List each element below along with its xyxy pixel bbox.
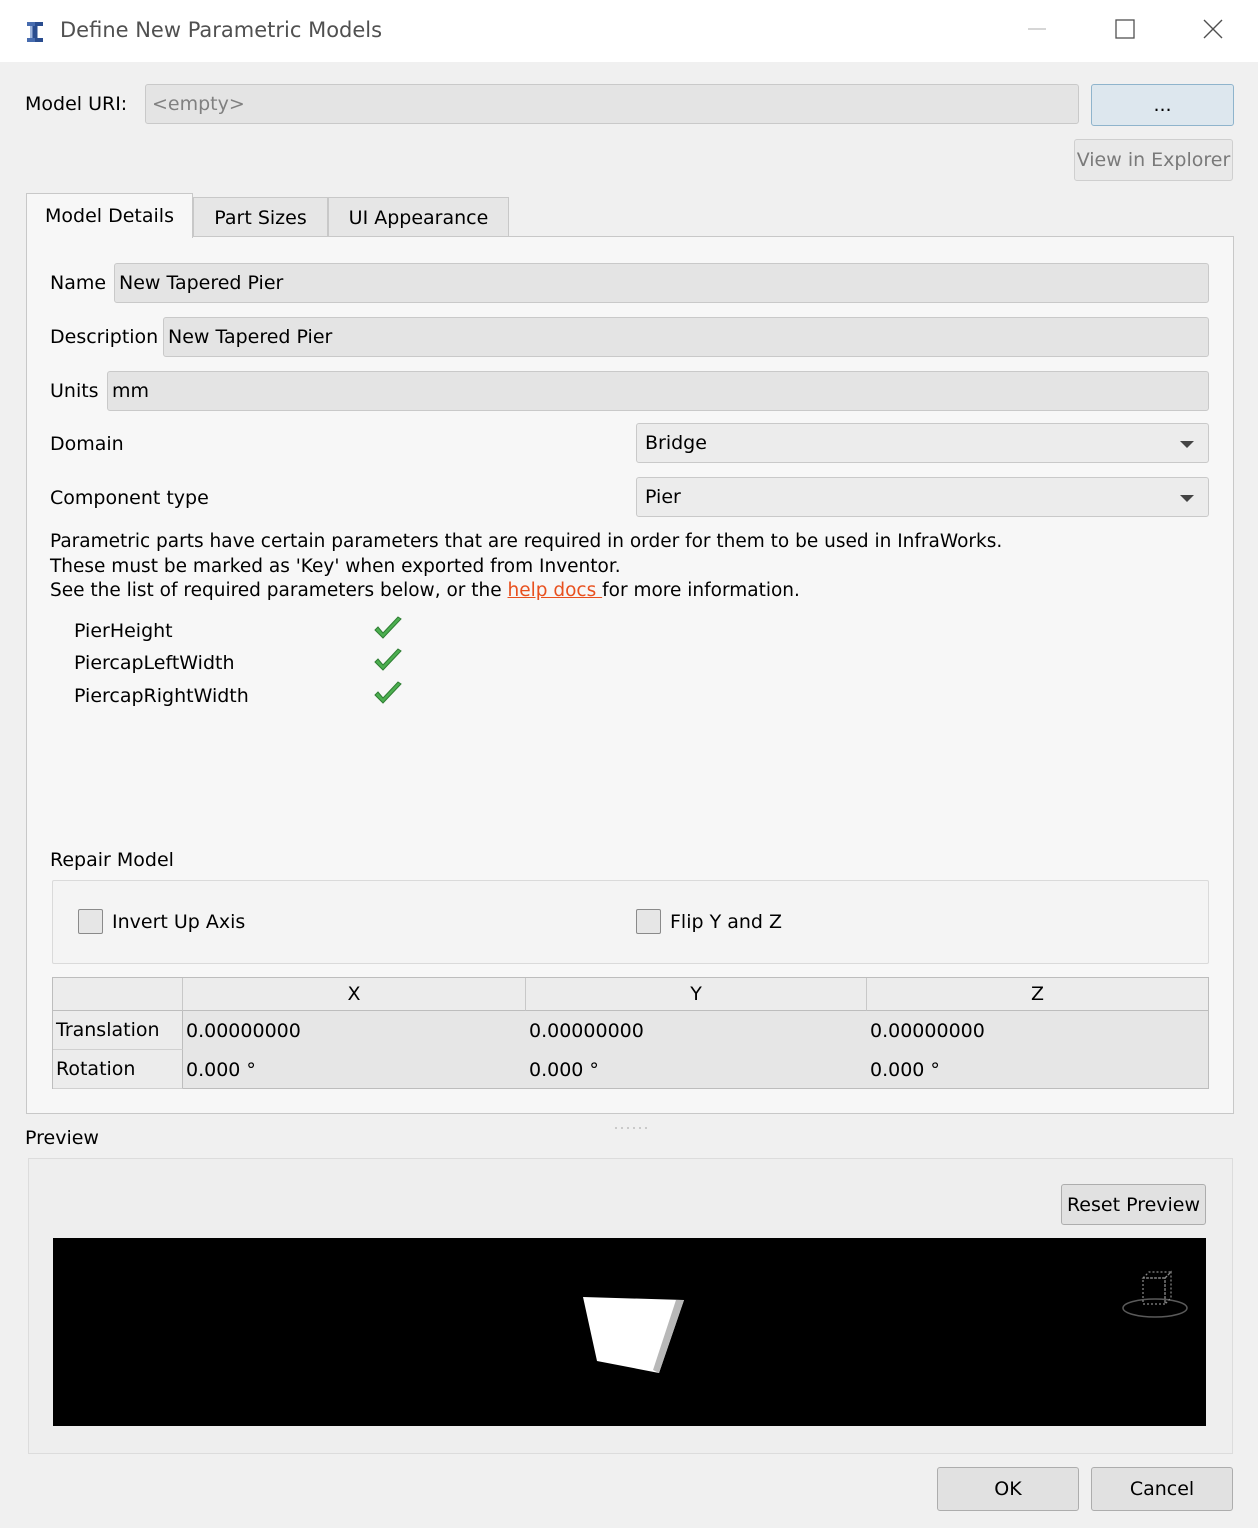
reset-preview-button[interactable]: Reset Preview [1061, 1184, 1206, 1225]
preview-title: Preview [25, 1127, 99, 1149]
info-text-line1: Parametric parts have certain parameters… [50, 531, 1003, 552]
rotation-y-cell[interactable]: 0.000 ° [526, 1050, 867, 1089]
pier-model [583, 1297, 684, 1373]
translation-x-cell[interactable]: 0.00000000 [183, 1011, 526, 1050]
minimize-button[interactable] [994, 0, 1080, 62]
component-type-select[interactable]: Pier [636, 477, 1209, 517]
chevron-down-icon [1180, 441, 1194, 448]
row-header-translation: Translation [53, 1011, 183, 1050]
component-type-select-value: Pier [645, 486, 681, 508]
flip-y-z-label: Flip Y and Z [670, 911, 783, 933]
table-corner [53, 978, 183, 1011]
tab-ui-appearance[interactable]: UI Appearance [328, 197, 509, 237]
browse-button[interactable]: ... [1091, 84, 1234, 126]
units-label: Units [50, 380, 99, 402]
name-field[interactable]: New Tapered Pier [114, 263, 1209, 303]
info-text-suffix: for more information. [602, 580, 800, 601]
description-label: Description [50, 326, 159, 348]
close-button[interactable] [1170, 0, 1256, 62]
info-text-line3: See the list of required parameters belo… [50, 580, 800, 601]
info-text-line2: These must be marked as 'Key' when expor… [50, 556, 621, 577]
domain-select-value: Bridge [645, 432, 707, 454]
maximize-icon [1114, 18, 1136, 45]
checkmark-icon [372, 647, 404, 675]
tab-model-details[interactable]: Model Details [26, 193, 193, 238]
invert-up-axis-label: Invert Up Axis [112, 911, 246, 933]
inventor-icon [22, 18, 48, 46]
domain-select[interactable]: Bridge [636, 423, 1209, 463]
param-pier-height: PierHeight [74, 620, 173, 642]
title-bar: Define New Parametric Models [0, 0, 1258, 62]
tab-part-sizes[interactable]: Part Sizes [193, 197, 328, 237]
chevron-down-icon [1180, 495, 1194, 502]
view-in-explorer-button[interactable]: View in Explorer [1074, 139, 1233, 181]
window-title: Define New Parametric Models [60, 18, 383, 42]
name-label: Name [50, 272, 107, 294]
column-header-y: Y [526, 978, 867, 1011]
units-field[interactable]: mm [107, 371, 1209, 411]
invert-up-axis-checkbox[interactable] [78, 909, 103, 934]
model-uri-label: Model URI: [25, 93, 128, 115]
splitter-handle[interactable] [612, 1114, 648, 1129]
flip-y-z-checkbox[interactable] [636, 909, 661, 934]
maximize-button[interactable] [1082, 0, 1168, 62]
param-piercap-right-width: PiercapRightWidth [74, 685, 249, 707]
info-text-prefix: See the list of required parameters belo… [50, 580, 508, 601]
preview-viewport[interactable] [53, 1238, 1206, 1426]
viewcube-icon[interactable] [1119, 1268, 1191, 1323]
model-uri-field[interactable]: <empty> [145, 84, 1079, 124]
help-docs-link[interactable]: help docs [508, 580, 603, 601]
description-field[interactable]: New Tapered Pier [163, 317, 1209, 357]
domain-label: Domain [50, 433, 124, 455]
component-type-label: Component type [50, 487, 209, 509]
translation-y-cell[interactable]: 0.00000000 [526, 1011, 867, 1050]
translation-z-cell[interactable]: 0.00000000 [867, 1011, 1208, 1050]
param-piercap-left-width: PiercapLeftWidth [74, 652, 235, 674]
row-header-rotation: Rotation [53, 1050, 183, 1089]
repair-model-title: Repair Model [50, 849, 174, 871]
column-header-z: Z [867, 978, 1208, 1011]
checkmark-icon [372, 680, 404, 708]
rotation-z-cell[interactable]: 0.000 ° [867, 1050, 1208, 1089]
ok-button[interactable]: OK [937, 1467, 1079, 1511]
rotation-x-cell[interactable]: 0.000 ° [183, 1050, 526, 1089]
close-icon [1202, 18, 1224, 45]
column-header-x: X [183, 978, 526, 1011]
cancel-button[interactable]: Cancel [1091, 1467, 1233, 1511]
checkmark-icon [372, 615, 404, 643]
transform-table: X Y Z Translation 0.00000000 0.00000000 … [52, 977, 1209, 1089]
minimize-icon [1026, 18, 1048, 45]
